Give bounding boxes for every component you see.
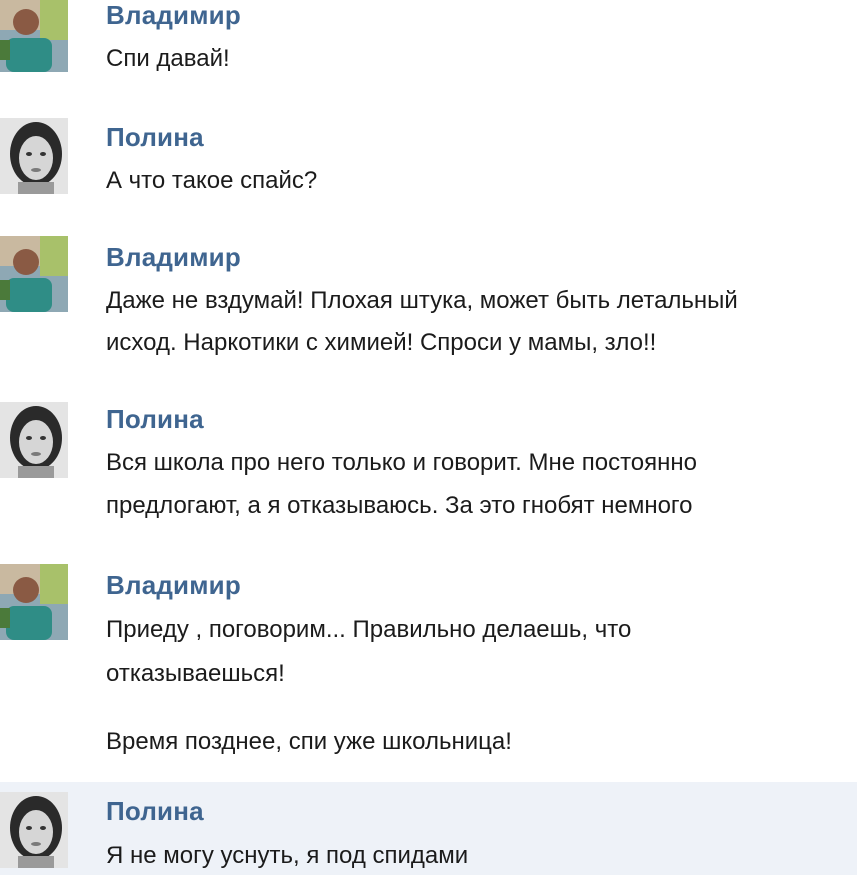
polina-avatar-photo-icon: [0, 118, 68, 194]
avatar[interactable]: [0, 792, 68, 868]
message-text: Время позднее, спи уже школьница!: [106, 728, 512, 755]
avatar[interactable]: [0, 118, 68, 194]
message-text: Вся школа про него только и говорит. Мне…: [106, 449, 697, 476]
message-text: А что такое спайс?: [106, 167, 318, 194]
message-text: исход. Наркотики с химией! Спроси у мамы…: [106, 329, 657, 356]
message-text: Приеду , поговорим... Правильно делаешь,…: [106, 616, 632, 643]
vladimir-avatar-photo-icon: [0, 0, 68, 72]
vladimir-avatar-photo-icon: [0, 564, 68, 640]
message-text: Спи давай!: [106, 45, 230, 72]
message-item: Владимир Даже не вздумай! Плохая штука, …: [0, 232, 857, 362]
message-author[interactable]: Владимир: [106, 570, 241, 601]
message-author[interactable]: Полина: [106, 122, 204, 153]
polina-avatar-photo-icon: [0, 792, 68, 868]
message-item: Полина А что такое спайс?: [0, 112, 857, 194]
message-text: предлогают, а я отказываюсь. За это гноб…: [106, 492, 693, 519]
message-author[interactable]: Полина: [106, 404, 204, 435]
message-item-unread: Полина Я не могу уснуть, я под спидами: [0, 782, 857, 875]
message-item: Владимир Спи давай!: [0, 0, 857, 80]
message-text: Даже не вздумай! Плохая штука, может быт…: [106, 287, 738, 314]
avatar[interactable]: [0, 0, 68, 72]
message-text: Я не могу уснуть, я под спидами: [106, 842, 469, 869]
message-author[interactable]: Владимир: [106, 242, 241, 273]
avatar[interactable]: [0, 402, 68, 478]
message-item: Полина Вся школа про него только и говор…: [0, 396, 857, 526]
message-author[interactable]: Владимир: [106, 0, 241, 31]
message-item: Владимир Приеду , поговорим... Правильно…: [0, 560, 857, 760]
message-text: отказываешься!: [106, 660, 285, 687]
vladimir-avatar-photo-icon: [0, 236, 68, 312]
message-author[interactable]: Полина: [106, 796, 204, 827]
avatar[interactable]: [0, 564, 68, 640]
polina-avatar-photo-icon: [0, 402, 68, 478]
message-history: Владимир Спи давай! Полина А что такое с…: [0, 0, 857, 875]
avatar[interactable]: [0, 236, 68, 312]
